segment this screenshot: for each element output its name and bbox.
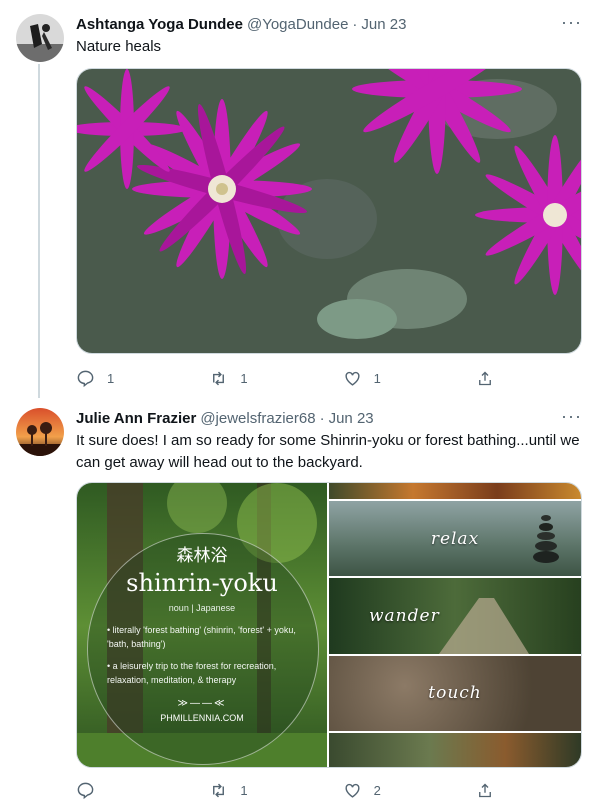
word-type: noun | Japanese [168, 603, 236, 613]
like-count: 1 [373, 370, 381, 386]
avatar[interactable] [16, 14, 64, 62]
collage-panels: relax wander touch [329, 483, 581, 767]
reply-count: 1 [107, 370, 115, 386]
reply-icon [77, 782, 94, 799]
definition-1: • literally 'forest bathing' (shinrin, '… [107, 625, 296, 649]
retweet-icon [213, 371, 225, 385]
collage-panel-wander: wander [329, 578, 581, 656]
panel-word-relax: relax [430, 528, 480, 549]
separator: · [319, 409, 325, 427]
tweet-text: Nature heals [76, 38, 162, 55]
share-icon [479, 783, 491, 797]
reply-icon [77, 370, 94, 387]
like-icon [345, 783, 360, 798]
retweet-count: 1 [240, 782, 248, 798]
retweet-button[interactable]: 1 [209, 778, 342, 802]
action-bar: 1 2 [76, 778, 506, 802]
reply-button[interactable] [76, 778, 209, 802]
panel-word-wander: wander [369, 605, 440, 626]
author-name[interactable]: Ashtanga Yoga Dundee [76, 16, 243, 33]
more-options-icon[interactable]: ··· [561, 13, 582, 31]
collage-panel-bottom [329, 732, 581, 767]
action-bar: 1 1 1 [76, 366, 506, 390]
tweet-image-flowers[interactable] [76, 68, 582, 354]
like-icon [345, 371, 360, 386]
author-handle[interactable]: @YogaDundee [247, 16, 348, 33]
tweet-header: Ashtanga Yoga Dundee @YogaDundee · Jun 2… [76, 13, 582, 35]
like-button[interactable]: 1 [343, 366, 476, 390]
tweet[interactable]: Julie Ann Frazier @jewelsfrazier68 · Jun… [0, 398, 598, 811]
tweet-text: It sure does! I am so ready for some Shi… [76, 432, 580, 471]
like-button[interactable]: 2 [343, 778, 476, 802]
source-url: PHMILLENNIA.COM [160, 713, 244, 723]
shinrin-yoku-graphic: 森林浴 shinrin-yoku noun | Japanese • liter… [77, 483, 329, 767]
tweet-date[interactable]: Jun 23 [361, 16, 406, 33]
tweet-image-forest[interactable]: 森林浴 shinrin-yoku noun | Japanese • liter… [76, 482, 582, 768]
share-button[interactable] [476, 366, 506, 390]
tweet-header: Julie Ann Frazier @jewelsfrazier68 · Jun… [76, 407, 582, 429]
panel-word-touch: touch [428, 683, 482, 704]
flower-photo [77, 69, 581, 353]
kanji-text: 森林浴 [176, 546, 228, 565]
shinrin-yoku-title: shinrin-yoku [126, 569, 278, 597]
retweet-button[interactable]: 1 [209, 366, 342, 390]
separator: · [352, 15, 358, 33]
avatar[interactable] [16, 408, 64, 456]
retweet-icon [213, 783, 225, 797]
collage-panel-top [329, 483, 581, 501]
tweet[interactable]: Ashtanga Yoga Dundee @YogaDundee · Jun 2… [0, 0, 598, 398]
arrow-ornament-icon: ≫——≪ [177, 698, 227, 709]
like-count: 2 [373, 782, 381, 798]
tweet-date[interactable]: Jun 23 [329, 410, 374, 427]
collage-panel-touch: touch [329, 655, 581, 733]
reply-button[interactable]: 1 [76, 366, 209, 390]
retweet-count: 1 [240, 370, 248, 386]
collage-panel-relax: relax [329, 501, 581, 579]
definition-2: • a leisurely trip to the forest for rec… [107, 661, 277, 685]
share-icon [479, 371, 491, 385]
author-handle[interactable]: @jewelsfrazier68 [200, 410, 315, 427]
author-name[interactable]: Julie Ann Frazier [76, 410, 196, 427]
more-options-icon[interactable]: ··· [561, 407, 582, 425]
share-button[interactable] [476, 778, 506, 802]
